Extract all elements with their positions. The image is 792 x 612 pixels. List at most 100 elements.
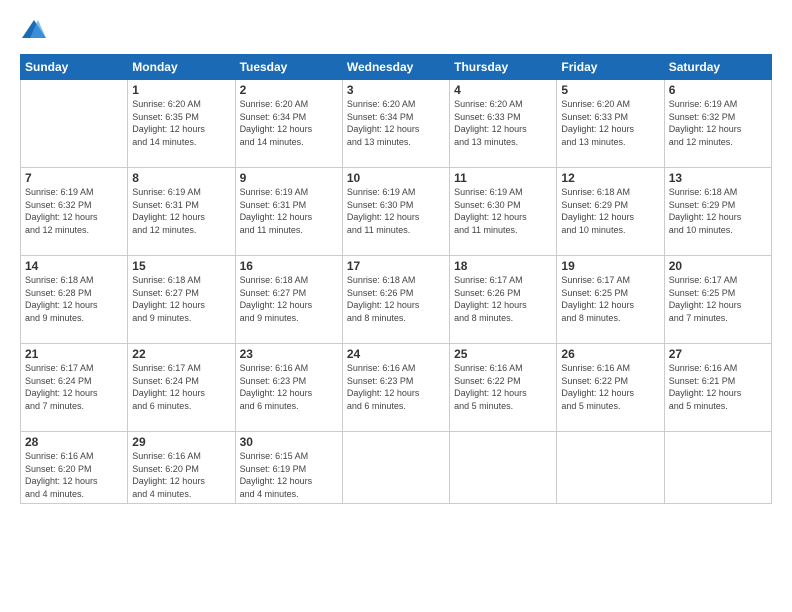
day-info: Sunrise: 6:18 AM Sunset: 6:29 PM Dayligh… xyxy=(669,186,767,236)
day-info: Sunrise: 6:19 AM Sunset: 6:32 PM Dayligh… xyxy=(25,186,123,236)
day-number: 16 xyxy=(240,259,338,273)
day-cell-21: 21Sunrise: 6:17 AM Sunset: 6:24 PM Dayli… xyxy=(21,344,128,432)
day-cell-8: 8Sunrise: 6:19 AM Sunset: 6:31 PM Daylig… xyxy=(128,168,235,256)
day-cell-6: 6Sunrise: 6:19 AM Sunset: 6:32 PM Daylig… xyxy=(664,80,771,168)
weekday-header-saturday: Saturday xyxy=(664,55,771,80)
week-row-1: 7Sunrise: 6:19 AM Sunset: 6:32 PM Daylig… xyxy=(21,168,772,256)
day-number: 6 xyxy=(669,83,767,97)
day-cell-24: 24Sunrise: 6:16 AM Sunset: 6:23 PM Dayli… xyxy=(342,344,449,432)
day-info: Sunrise: 6:18 AM Sunset: 6:27 PM Dayligh… xyxy=(240,274,338,324)
week-row-2: 14Sunrise: 6:18 AM Sunset: 6:28 PM Dayli… xyxy=(21,256,772,344)
day-info: Sunrise: 6:17 AM Sunset: 6:24 PM Dayligh… xyxy=(132,362,230,412)
day-cell-15: 15Sunrise: 6:18 AM Sunset: 6:27 PM Dayli… xyxy=(128,256,235,344)
day-cell-18: 18Sunrise: 6:17 AM Sunset: 6:26 PM Dayli… xyxy=(450,256,557,344)
day-cell-1: 1Sunrise: 6:20 AM Sunset: 6:35 PM Daylig… xyxy=(128,80,235,168)
weekday-header-row: SundayMondayTuesdayWednesdayThursdayFrid… xyxy=(21,55,772,80)
day-number: 15 xyxy=(132,259,230,273)
day-number: 30 xyxy=(240,435,338,449)
day-cell-26: 26Sunrise: 6:16 AM Sunset: 6:22 PM Dayli… xyxy=(557,344,664,432)
day-number: 23 xyxy=(240,347,338,361)
day-number: 3 xyxy=(347,83,445,97)
day-number: 12 xyxy=(561,171,659,185)
day-number: 9 xyxy=(240,171,338,185)
day-number: 22 xyxy=(132,347,230,361)
day-info: Sunrise: 6:17 AM Sunset: 6:26 PM Dayligh… xyxy=(454,274,552,324)
day-number: 24 xyxy=(347,347,445,361)
day-cell-empty-4-5 xyxy=(557,432,664,504)
day-number: 19 xyxy=(561,259,659,273)
day-number: 2 xyxy=(240,83,338,97)
day-info: Sunrise: 6:20 AM Sunset: 6:34 PM Dayligh… xyxy=(240,98,338,148)
day-number: 5 xyxy=(561,83,659,97)
day-cell-20: 20Sunrise: 6:17 AM Sunset: 6:25 PM Dayli… xyxy=(664,256,771,344)
day-info: Sunrise: 6:15 AM Sunset: 6:19 PM Dayligh… xyxy=(240,450,338,500)
week-row-4: 28Sunrise: 6:16 AM Sunset: 6:20 PM Dayli… xyxy=(21,432,772,504)
day-number: 10 xyxy=(347,171,445,185)
day-cell-14: 14Sunrise: 6:18 AM Sunset: 6:28 PM Dayli… xyxy=(21,256,128,344)
day-cell-22: 22Sunrise: 6:17 AM Sunset: 6:24 PM Dayli… xyxy=(128,344,235,432)
weekday-header-monday: Monday xyxy=(128,55,235,80)
day-cell-25: 25Sunrise: 6:16 AM Sunset: 6:22 PM Dayli… xyxy=(450,344,557,432)
day-info: Sunrise: 6:16 AM Sunset: 6:20 PM Dayligh… xyxy=(132,450,230,500)
day-info: Sunrise: 6:18 AM Sunset: 6:28 PM Dayligh… xyxy=(25,274,123,324)
day-info: Sunrise: 6:19 AM Sunset: 6:31 PM Dayligh… xyxy=(132,186,230,236)
day-number: 20 xyxy=(669,259,767,273)
weekday-header-friday: Friday xyxy=(557,55,664,80)
day-info: Sunrise: 6:17 AM Sunset: 6:25 PM Dayligh… xyxy=(561,274,659,324)
day-cell-29: 29Sunrise: 6:16 AM Sunset: 6:20 PM Dayli… xyxy=(128,432,235,504)
day-number: 13 xyxy=(669,171,767,185)
day-info: Sunrise: 6:16 AM Sunset: 6:23 PM Dayligh… xyxy=(347,362,445,412)
day-info: Sunrise: 6:19 AM Sunset: 6:31 PM Dayligh… xyxy=(240,186,338,236)
day-info: Sunrise: 6:20 AM Sunset: 6:33 PM Dayligh… xyxy=(454,98,552,148)
day-cell-7: 7Sunrise: 6:19 AM Sunset: 6:32 PM Daylig… xyxy=(21,168,128,256)
day-number: 17 xyxy=(347,259,445,273)
day-cell-empty-4-6 xyxy=(664,432,771,504)
day-info: Sunrise: 6:18 AM Sunset: 6:27 PM Dayligh… xyxy=(132,274,230,324)
day-info: Sunrise: 6:18 AM Sunset: 6:29 PM Dayligh… xyxy=(561,186,659,236)
day-info: Sunrise: 6:16 AM Sunset: 6:21 PM Dayligh… xyxy=(669,362,767,412)
day-cell-5: 5Sunrise: 6:20 AM Sunset: 6:33 PM Daylig… xyxy=(557,80,664,168)
day-info: Sunrise: 6:19 AM Sunset: 6:30 PM Dayligh… xyxy=(347,186,445,236)
day-info: Sunrise: 6:16 AM Sunset: 6:23 PM Dayligh… xyxy=(240,362,338,412)
day-info: Sunrise: 6:16 AM Sunset: 6:20 PM Dayligh… xyxy=(25,450,123,500)
day-cell-10: 10Sunrise: 6:19 AM Sunset: 6:30 PM Dayli… xyxy=(342,168,449,256)
day-cell-9: 9Sunrise: 6:19 AM Sunset: 6:31 PM Daylig… xyxy=(235,168,342,256)
day-number: 21 xyxy=(25,347,123,361)
day-cell-17: 17Sunrise: 6:18 AM Sunset: 6:26 PM Dayli… xyxy=(342,256,449,344)
day-cell-3: 3Sunrise: 6:20 AM Sunset: 6:34 PM Daylig… xyxy=(342,80,449,168)
day-number: 27 xyxy=(669,347,767,361)
calendar-table: SundayMondayTuesdayWednesdayThursdayFrid… xyxy=(20,54,772,504)
day-cell-27: 27Sunrise: 6:16 AM Sunset: 6:21 PM Dayli… xyxy=(664,344,771,432)
day-number: 8 xyxy=(132,171,230,185)
week-row-0: 1Sunrise: 6:20 AM Sunset: 6:35 PM Daylig… xyxy=(21,80,772,168)
day-number: 14 xyxy=(25,259,123,273)
day-number: 28 xyxy=(25,435,123,449)
logo-icon xyxy=(20,16,48,44)
day-number: 7 xyxy=(25,171,123,185)
day-info: Sunrise: 6:19 AM Sunset: 6:32 PM Dayligh… xyxy=(669,98,767,148)
header xyxy=(20,16,772,44)
day-info: Sunrise: 6:20 AM Sunset: 6:33 PM Dayligh… xyxy=(561,98,659,148)
day-cell-empty-4-4 xyxy=(450,432,557,504)
day-number: 29 xyxy=(132,435,230,449)
day-info: Sunrise: 6:16 AM Sunset: 6:22 PM Dayligh… xyxy=(454,362,552,412)
day-cell-16: 16Sunrise: 6:18 AM Sunset: 6:27 PM Dayli… xyxy=(235,256,342,344)
weekday-header-thursday: Thursday xyxy=(450,55,557,80)
day-info: Sunrise: 6:16 AM Sunset: 6:22 PM Dayligh… xyxy=(561,362,659,412)
week-row-3: 21Sunrise: 6:17 AM Sunset: 6:24 PM Dayli… xyxy=(21,344,772,432)
day-cell-empty-4-3 xyxy=(342,432,449,504)
day-info: Sunrise: 6:17 AM Sunset: 6:24 PM Dayligh… xyxy=(25,362,123,412)
day-info: Sunrise: 6:20 AM Sunset: 6:35 PM Dayligh… xyxy=(132,98,230,148)
day-cell-12: 12Sunrise: 6:18 AM Sunset: 6:29 PM Dayli… xyxy=(557,168,664,256)
day-cell-23: 23Sunrise: 6:16 AM Sunset: 6:23 PM Dayli… xyxy=(235,344,342,432)
weekday-header-sunday: Sunday xyxy=(21,55,128,80)
day-cell-30: 30Sunrise: 6:15 AM Sunset: 6:19 PM Dayli… xyxy=(235,432,342,504)
day-cell-19: 19Sunrise: 6:17 AM Sunset: 6:25 PM Dayli… xyxy=(557,256,664,344)
weekday-header-tuesday: Tuesday xyxy=(235,55,342,80)
day-cell-empty-0-0 xyxy=(21,80,128,168)
weekday-header-wednesday: Wednesday xyxy=(342,55,449,80)
logo xyxy=(20,16,52,44)
day-cell-11: 11Sunrise: 6:19 AM Sunset: 6:30 PM Dayli… xyxy=(450,168,557,256)
day-info: Sunrise: 6:17 AM Sunset: 6:25 PM Dayligh… xyxy=(669,274,767,324)
day-info: Sunrise: 6:19 AM Sunset: 6:30 PM Dayligh… xyxy=(454,186,552,236)
